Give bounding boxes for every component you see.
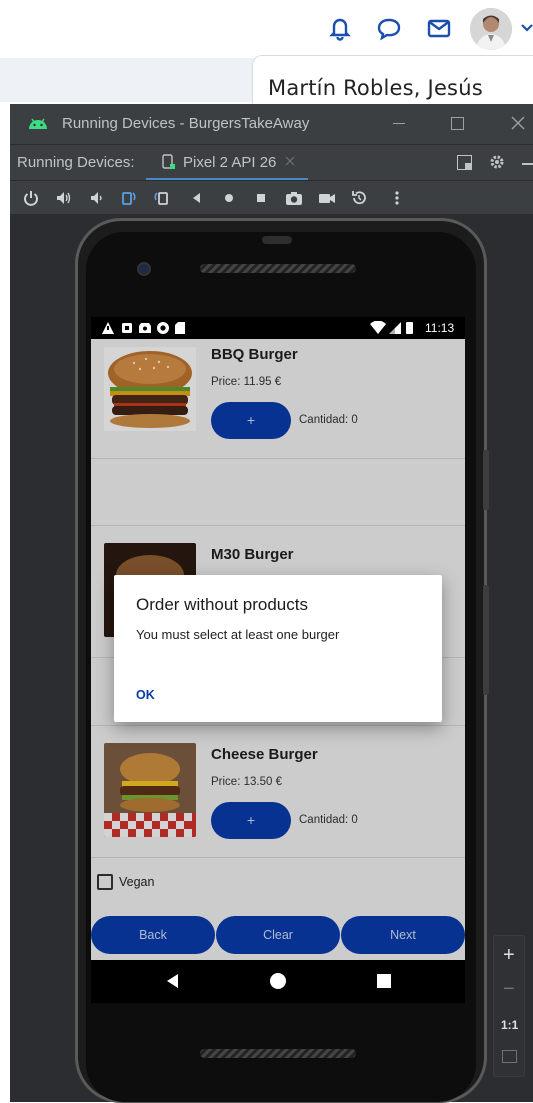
- more-icon[interactable]: [388, 189, 406, 207]
- zoom-in-button[interactable]: +: [503, 944, 515, 967]
- device-tabs-bar: Running Devices: Pixel 2 API 26: [10, 144, 533, 181]
- nav-home-icon[interactable]: [270, 973, 286, 989]
- mail-icon[interactable]: [425, 14, 453, 42]
- power-icon[interactable]: [22, 189, 40, 207]
- tab-device[interactable]: Pixel 2 API 26: [183, 154, 276, 171]
- layout-icon[interactable]: [457, 155, 472, 170]
- earpiece: [262, 236, 292, 244]
- hide-icon[interactable]: [522, 163, 533, 165]
- actual-size-button[interactable]: 1:1: [501, 1018, 518, 1032]
- rotate-right-icon[interactable]: [152, 189, 170, 207]
- dialog-ok-button[interactable]: OK: [136, 688, 155, 702]
- status-time: 11:13: [425, 321, 455, 335]
- device-icon: [162, 154, 176, 170]
- maximize-icon[interactable]: [451, 117, 464, 130]
- phone-volume-button[interactable]: [483, 585, 489, 695]
- notification-icons: [102, 322, 185, 334]
- signal-icons: [370, 321, 413, 334]
- home-icon[interactable]: [220, 189, 238, 207]
- chevron-down-icon[interactable]: [520, 20, 533, 36]
- video-icon[interactable]: [318, 189, 336, 207]
- dialog-message: You must select at least one burger: [136, 627, 340, 642]
- volume-up-icon[interactable]: [55, 189, 73, 207]
- dialog-title: Order without products: [136, 595, 308, 614]
- bottom-speaker: [200, 1049, 356, 1058]
- zoom-out-button[interactable]: −: [503, 978, 515, 1001]
- window-title: Running Devices - BurgersTakeAway: [62, 115, 310, 132]
- top-speaker: [200, 264, 356, 273]
- nav-overview-icon[interactable]: [377, 974, 391, 988]
- fit-screen-icon[interactable]: [502, 1050, 517, 1063]
- avatar[interactable]: [470, 8, 512, 50]
- volume-down-icon[interactable]: [88, 189, 106, 207]
- browser-header: [0, 0, 533, 58]
- rotate-left-icon[interactable]: [120, 189, 138, 207]
- gear-icon[interactable]: [488, 153, 506, 171]
- nav-back-icon[interactable]: [165, 973, 181, 989]
- ide-title-bar: Running Devices - BurgersTakeAway: [10, 104, 533, 144]
- restore-icon[interactable]: [350, 189, 368, 207]
- close-icon[interactable]: [510, 115, 526, 131]
- front-camera: [137, 262, 151, 276]
- chat-icon[interactable]: [375, 14, 403, 42]
- emulator-toolbar: [10, 180, 533, 214]
- alert-dialog: Order without products You must select a…: [114, 575, 442, 722]
- profile-name: Martín Robles, Jesús: [268, 76, 483, 100]
- tab-close-icon[interactable]: [284, 155, 296, 167]
- android-nav-bar: [91, 960, 465, 1003]
- overview-icon[interactable]: [252, 189, 270, 207]
- panel-label: Running Devices:: [17, 154, 135, 171]
- emulator-zoom-panel: + − 1:1: [493, 935, 525, 1077]
- back-icon[interactable]: [188, 189, 206, 207]
- minimize-icon[interactable]: [393, 123, 405, 124]
- bell-icon[interactable]: [326, 14, 354, 42]
- status-bar: 11:13: [91, 317, 465, 339]
- camera-icon[interactable]: [285, 189, 303, 207]
- phone-power-button[interactable]: [483, 450, 489, 510]
- android-icon: [28, 116, 48, 130]
